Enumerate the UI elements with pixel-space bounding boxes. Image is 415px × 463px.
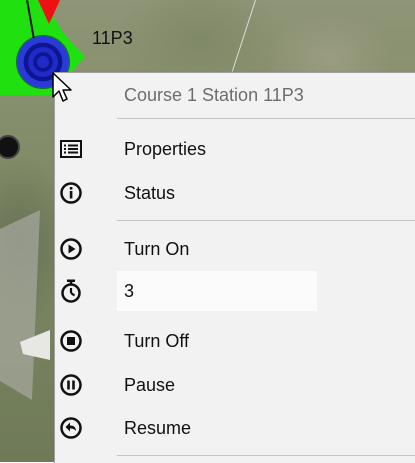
resume-icon xyxy=(58,415,84,441)
menu-item-label: Turn On xyxy=(124,238,190,259)
menu-item-label: Status xyxy=(124,182,176,203)
menu-item-label: Turn Off xyxy=(124,330,190,351)
menu-item-properties[interactable]: Properties xyxy=(55,129,415,169)
menu-item-label: Properties xyxy=(124,138,207,159)
menu-header: Course 1 Station 11P3 xyxy=(55,75,415,115)
list-icon xyxy=(58,136,84,162)
info-icon xyxy=(58,180,84,206)
mouse-cursor-icon xyxy=(52,72,72,102)
context-menu: Course 1 Station 11P3 Properties Status … xyxy=(54,72,415,463)
menu-separator xyxy=(117,455,415,456)
duration-input[interactable] xyxy=(117,271,317,311)
menu-item-label: Pause xyxy=(124,374,176,395)
station-label: 11P3 xyxy=(92,28,133,48)
stop-icon xyxy=(58,328,84,354)
menu-separator xyxy=(117,118,415,119)
menu-item-turn-on[interactable]: Turn On xyxy=(55,229,415,269)
menu-item-turn-off[interactable]: Turn Off xyxy=(55,321,415,361)
menu-separator xyxy=(117,220,415,221)
map-road-line xyxy=(231,0,256,72)
menu-item-resume[interactable]: Resume xyxy=(55,408,415,448)
menu-header-title: Course 1 Station 11P3 xyxy=(124,84,304,105)
map-terrain-patch xyxy=(0,210,40,400)
menu-item-label: Resume xyxy=(124,417,192,438)
station-marker-left[interactable] xyxy=(0,135,20,159)
stopwatch-icon xyxy=(58,278,84,304)
menu-item-pause[interactable]: Pause xyxy=(55,365,415,405)
menu-item-status[interactable]: Status xyxy=(55,173,415,213)
pause-icon xyxy=(58,372,84,398)
play-icon xyxy=(58,236,84,262)
